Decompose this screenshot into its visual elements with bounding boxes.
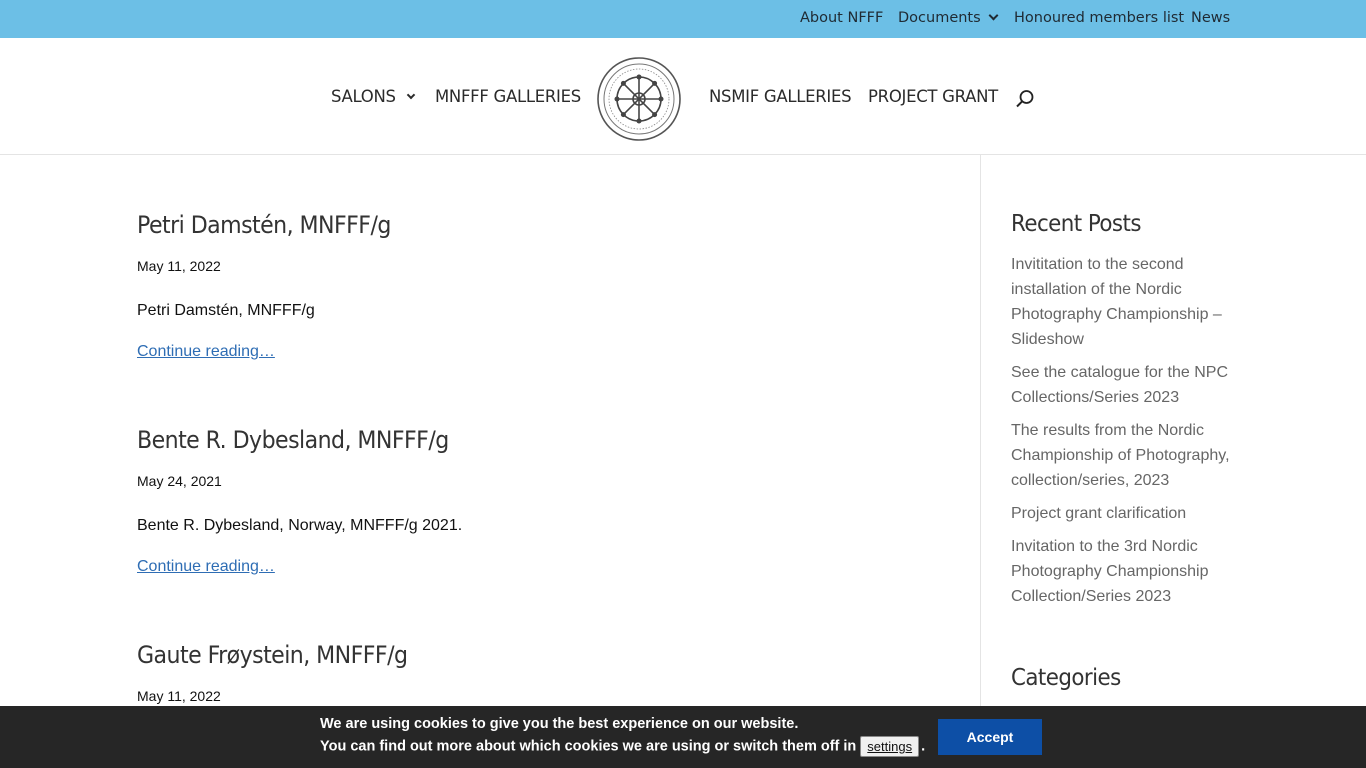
continue-reading-link[interactable]: Continue reading…	[137, 343, 275, 361]
nfff-seal-logo[interactable]	[596, 56, 682, 142]
topbar-link-news[interactable]: News	[1191, 0, 1230, 38]
nav-item-nsmif-galleries[interactable]: NSMIF GALLERIES	[709, 38, 852, 155]
post-excerpt: Bente R. Dybesland, Norway, MNFFF/g 2021…	[137, 517, 463, 534]
cookie-banner: We are using cookies to give you the bes…	[0, 706, 1366, 768]
categories-heading: Categories	[1011, 665, 1121, 691]
post-title[interactable]: Gaute Frøystein, MNFFF/g	[137, 641, 408, 669]
cookie-message-line2-text: You can find out more about which cookie…	[320, 738, 857, 755]
post-date: May 24, 2021	[137, 473, 222, 489]
recent-post-link[interactable]: The results from the Nordic Championship…	[1011, 418, 1241, 493]
topbar-link-honoured-members[interactable]: Honoured members list	[1014, 0, 1184, 38]
cookie-settings-button[interactable]: settings	[860, 736, 920, 757]
recent-post-link[interactable]: Invititation to the second installation …	[1011, 252, 1241, 352]
post-title[interactable]: Petri Damstén, MNFFF/g	[137, 211, 391, 239]
nav-item-mnfff-galleries[interactable]: MNFFF GALLERIES	[435, 38, 581, 155]
recent-post-link[interactable]: Invitation to the 3rd Nordic Photography…	[1011, 534, 1241, 609]
cookie-message-period: .	[921, 738, 926, 755]
nav-item-salons[interactable]: SALONS	[331, 38, 415, 155]
recent-posts-heading: Recent Posts	[1011, 211, 1141, 237]
topbar-link-about[interactable]: About NFFF	[800, 0, 883, 38]
recent-post-link[interactable]: See the catalogue for the NPC Collection…	[1011, 360, 1241, 410]
search-icon[interactable]	[1014, 88, 1036, 110]
post-date: May 11, 2022	[137, 688, 221, 704]
main-header: SALONS MNFFF GALLERIES NSMIF GALLERIES P…	[0, 38, 1366, 155]
cookie-message-line1: We are using cookies to give you the bes…	[320, 716, 799, 732]
topbar-link-documents[interactable]: Documents	[898, 0, 999, 38]
nav-item-salons-label: SALONS	[331, 87, 396, 106]
post-title[interactable]: Bente R. Dybesland, MNFFF/g	[137, 426, 449, 454]
cookie-accept-button[interactable]: Accept	[938, 719, 1042, 755]
post-date: May 11, 2022	[137, 258, 221, 274]
continue-reading-link[interactable]: Continue reading…	[137, 558, 275, 576]
sidebar-divider	[980, 155, 981, 768]
chevron-down-icon	[988, 10, 999, 21]
cookie-message-line2: You can find out more about which cookie…	[320, 736, 925, 757]
post-excerpt: Petri Damstén, MNFFF/g	[137, 302, 315, 319]
topbar-link-documents-label: Documents	[898, 10, 981, 26]
top-bar: About NFFF Documents Honoured members li…	[0, 0, 1366, 38]
recent-posts-list: Invititation to the second installation …	[1011, 252, 1241, 617]
chevron-down-icon	[406, 90, 415, 100]
recent-post-link[interactable]: Project grant clarification	[1011, 501, 1241, 526]
nav-item-project-grant[interactable]: PROJECT GRANT	[868, 38, 998, 155]
